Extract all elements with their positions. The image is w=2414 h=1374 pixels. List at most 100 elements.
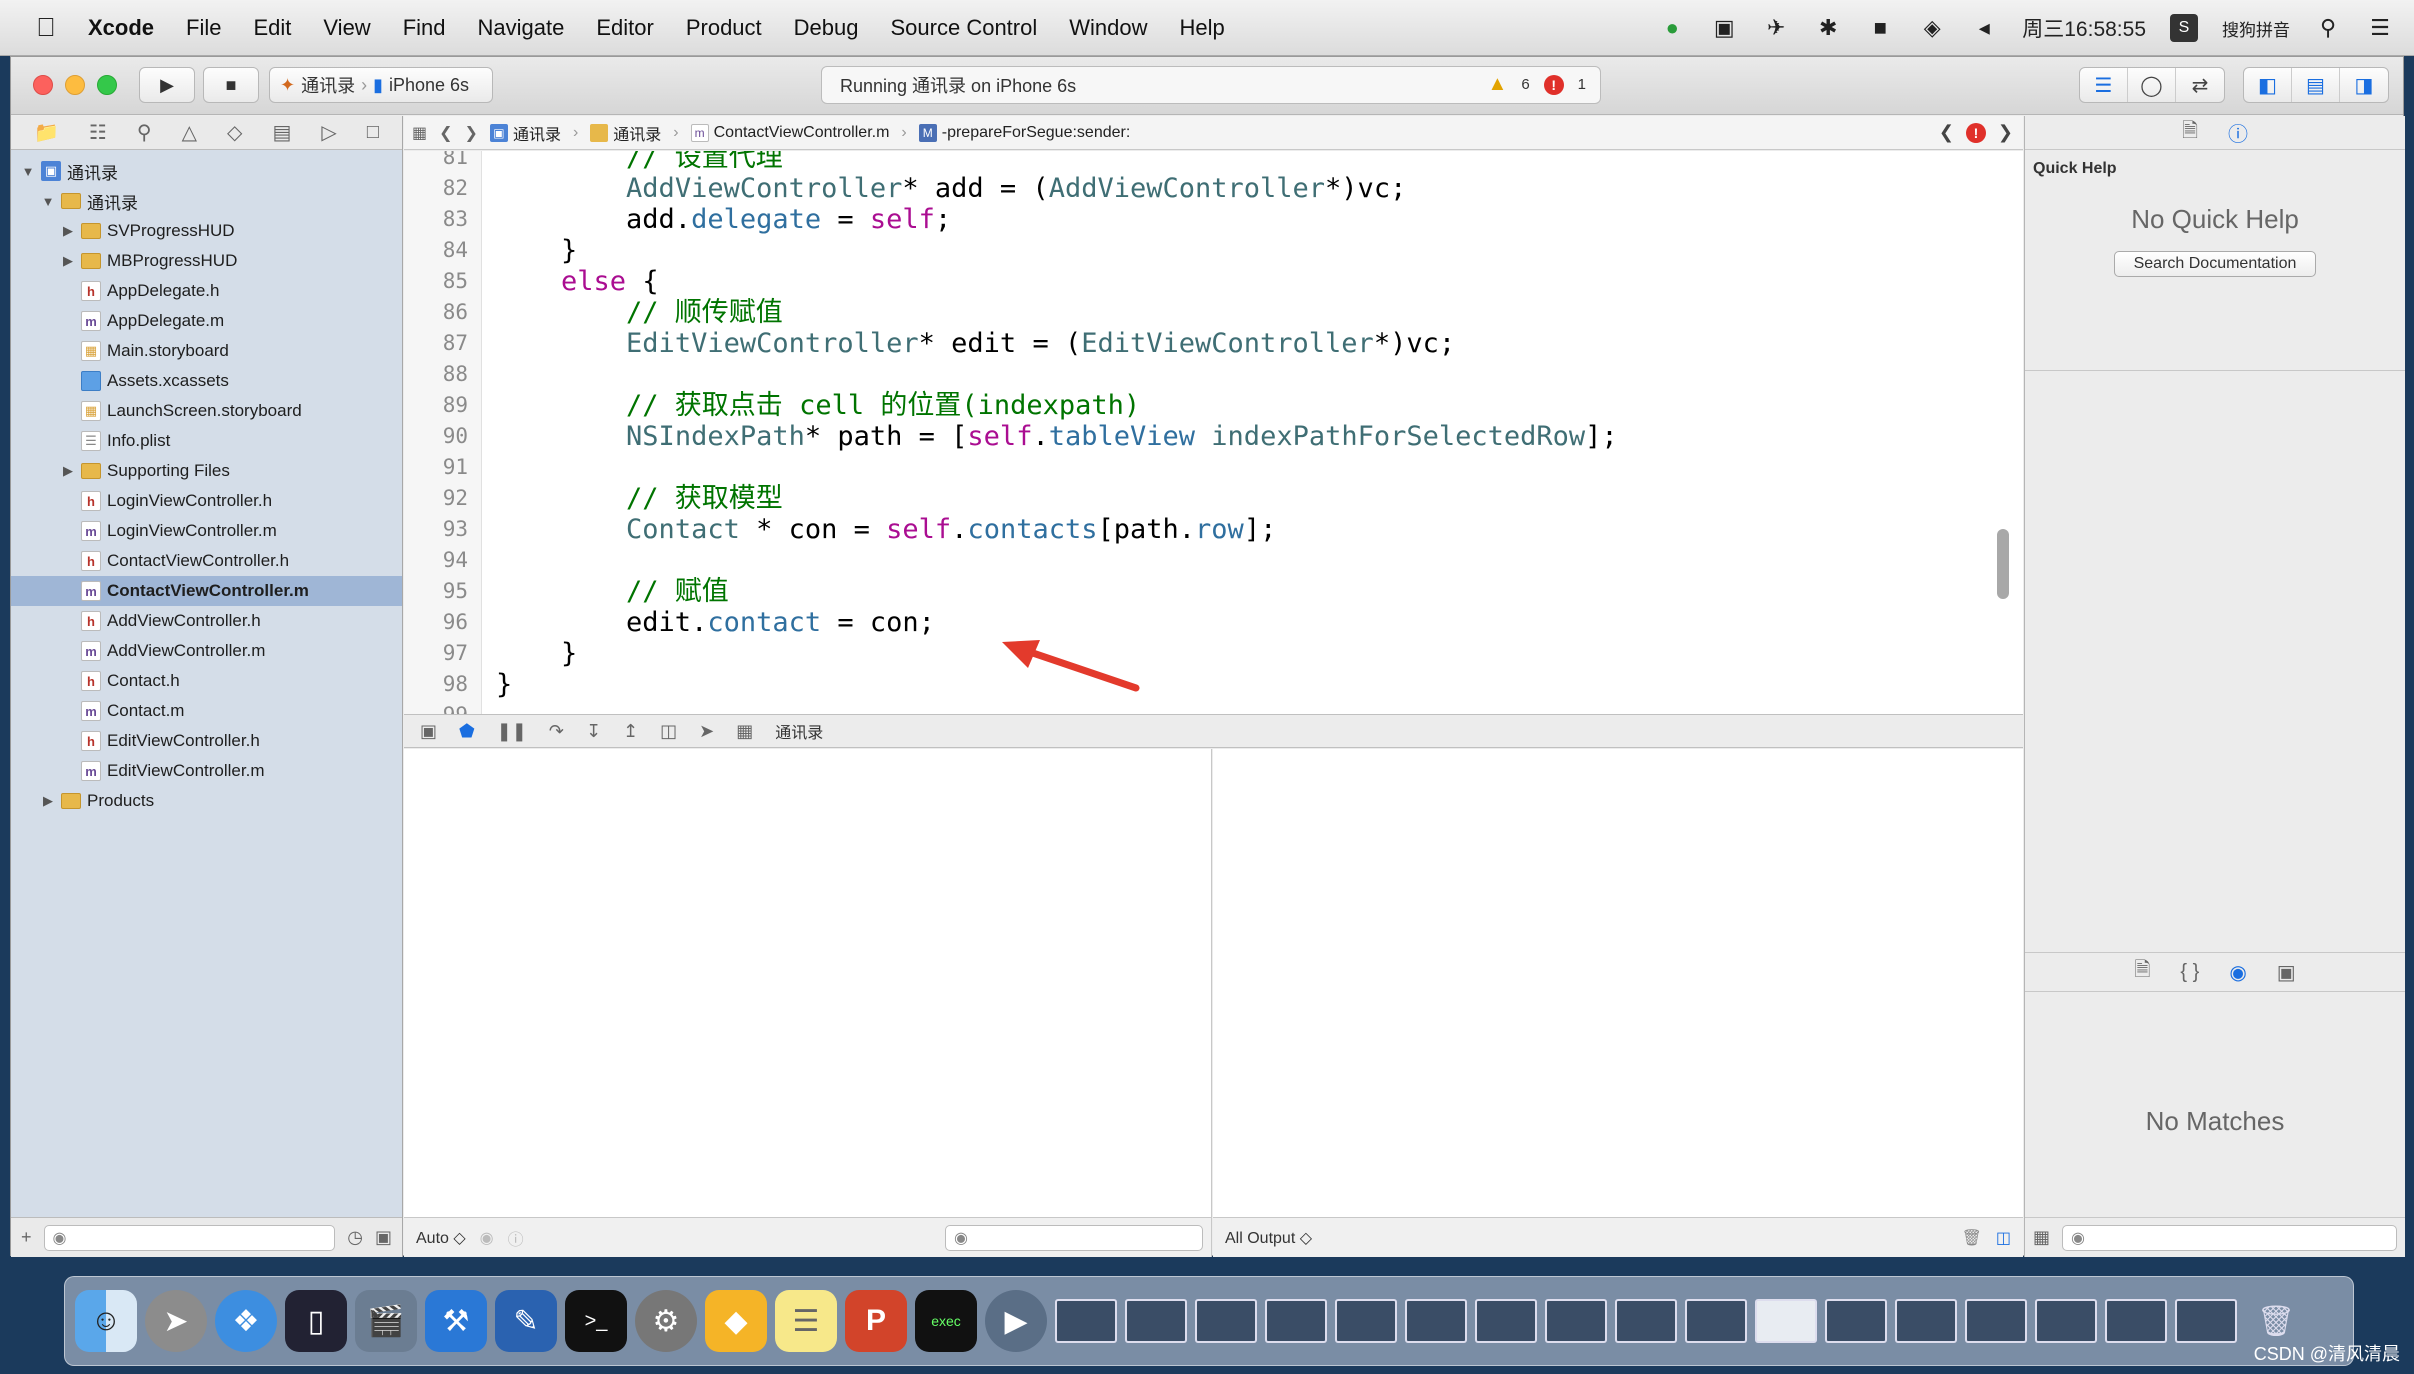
issue-navigator-tab-icon[interactable]: △ — [182, 120, 197, 145]
tree-item[interactable]: h ContactViewController.h — [11, 546, 402, 576]
code-line[interactable]: 84 } — [404, 235, 2023, 266]
apple-menu-icon[interactable]:  — [20, 12, 72, 43]
instruments-icon[interactable]: ✎ — [495, 1290, 557, 1352]
library-filter-input[interactable]: ◉ — [2062, 1224, 2397, 1251]
minimize-window-button[interactable] — [65, 75, 85, 95]
tree-item[interactable]: ▼ ▣ 通讯录 — [11, 156, 402, 186]
trash-icon[interactable]: 🗑 — [1962, 1228, 1982, 1248]
terminal-icon[interactable]: >_ — [565, 1290, 627, 1352]
tree-item[interactable]: Assets.xcassets — [11, 366, 402, 396]
report-navigator-tab-icon[interactable]: □ — [367, 121, 379, 144]
code-line[interactable]: 85 else { — [404, 266, 2023, 297]
wifi-icon[interactable]: ◈ — [1918, 14, 1946, 42]
editor-scrollbar[interactable] — [1997, 529, 2009, 599]
back-icon[interactable]: ❮ — [439, 123, 452, 143]
menu-edit[interactable]: Edit — [237, 15, 307, 41]
symbol-navigator-tab-icon[interactable]: ☷ — [89, 120, 107, 145]
xcode-icon[interactable]: ⚒ — [425, 1290, 487, 1352]
simulate-location-icon[interactable]: ➤ — [699, 721, 714, 742]
split-view-icon[interactable]: ◫ — [1996, 1228, 2011, 1248]
code-snippet-library-icon[interactable]: { } — [2180, 961, 2199, 984]
mouse-app-icon[interactable]: ▯ — [285, 1290, 347, 1352]
navigator-filter-input[interactable]: ◉ — [43, 1224, 336, 1251]
console-view[interactable]: All Output ◇ 🗑 ◫ — [1213, 749, 2023, 1257]
grid-view-icon[interactable]: ▦ — [2033, 1227, 2050, 1248]
tree-item[interactable]: ▶ Supporting Files — [11, 456, 402, 486]
close-window-button[interactable] — [33, 75, 53, 95]
source-editor[interactable]: 81 // 设置代理 82 AddViewController* add = (A… — [404, 151, 2023, 714]
scheme-selector[interactable]: ✦ 通讯录 › ▮ iPhone 6s — [269, 67, 493, 103]
tree-item[interactable]: ▼ 通讯录 — [11, 186, 402, 216]
tree-item[interactable]: ▶ MBProgressHUD — [11, 246, 402, 276]
tree-item[interactable]: ☰ Info.plist — [11, 426, 402, 456]
system-preferences-icon[interactable]: ⚙ — [635, 1290, 697, 1352]
tree-item[interactable]: h AppDelegate.h — [11, 276, 402, 306]
code-line[interactable]: 86 // 顺传赋值 — [404, 297, 2023, 328]
file-inspector-tab-icon[interactable]: 🗎 — [2182, 116, 2198, 150]
test-navigator-tab-icon[interactable]: ◇ — [227, 120, 242, 145]
menu-source-control[interactable]: Source Control — [875, 15, 1054, 41]
debug-navigator-tab-icon[interactable]: ▤ — [272, 120, 291, 145]
finder-icon[interactable]: ☺ — [75, 1290, 137, 1352]
launchpad-icon[interactable]: ➤ — [145, 1290, 207, 1352]
assistant-editor-icon[interactable]: ◯ — [2128, 68, 2176, 102]
disclosure-triangle-icon[interactable]: ▼ — [19, 164, 37, 179]
view-hierarchy-icon[interactable]: ◫ — [660, 721, 677, 742]
code-line[interactable]: 92 // 获取模型 — [404, 483, 2023, 514]
menu-help[interactable]: Help — [1164, 15, 1241, 41]
spotlight-search-icon[interactable]: ⚲ — [2314, 14, 2342, 42]
code-line[interactable]: 89 // 获取点击 cell 的位置(indexpath) — [404, 390, 2023, 421]
stop-button[interactable]: ■ — [203, 67, 259, 103]
info-icon[interactable]: ⓘ — [508, 1226, 524, 1250]
zoom-window-button[interactable] — [97, 75, 117, 95]
auto-scope-select[interactable]: Auto ◇ — [416, 1228, 466, 1248]
tree-item[interactable]: h EditViewController.h — [11, 726, 402, 756]
console-app-icon[interactable]: exec — [915, 1290, 977, 1352]
toggle-navigator-icon[interactable]: ◧ — [2244, 68, 2292, 102]
play-circle-icon[interactable]: ● — [1658, 14, 1686, 42]
powerpoint-icon[interactable]: P — [845, 1290, 907, 1352]
step-out-icon[interactable]: ↥ — [623, 721, 638, 742]
breadcrumb-method[interactable]: M -prepareForSegue:sender: — [918, 123, 1130, 142]
scm-filter-icon[interactable]: ▣ — [375, 1227, 392, 1248]
toggle-debug-area-icon[interactable]: ▤ — [2292, 68, 2340, 102]
object-library-icon[interactable]: ◉ — [2229, 960, 2246, 985]
toggle-utilities-icon[interactable]: ◨ — [2340, 68, 2388, 102]
debug-target-label[interactable]: 通讯录 — [775, 719, 823, 743]
sketch-icon[interactable]: ◆ — [705, 1290, 767, 1352]
find-navigator-tab-icon[interactable]: ⚲ — [137, 120, 152, 145]
tree-item[interactable]: m AppDelegate.m — [11, 306, 402, 336]
quicktime-icon[interactable]: ▶ — [985, 1290, 1047, 1352]
recent-files-icon[interactable]: ◷ — [347, 1227, 363, 1248]
standard-editor-icon[interactable]: ☰ — [2080, 68, 2128, 102]
project-navigator-tab-icon[interactable]: 📁 — [34, 120, 59, 145]
related-items-icon[interactable]: ▦ — [412, 123, 427, 143]
code-line[interactable]: 93 Contact * con = self.contacts[path.ro… — [404, 514, 2023, 545]
breadcrumb-file[interactable]: m ContactViewController.m — [690, 123, 889, 142]
breakpoints-toggle-icon[interactable]: ⬟ — [459, 721, 475, 742]
run-button[interactable]: ▶ — [139, 67, 195, 103]
code-line[interactable]: 82 AddViewController* add = (AddViewCont… — [404, 173, 2023, 204]
disclosure-triangle-icon[interactable]: ▼ — [39, 194, 57, 209]
code-line[interactable]: 83 add.delegate = self; — [404, 204, 2023, 235]
minimized-window[interactable] — [1615, 1299, 1677, 1343]
code-line[interactable]: 98} — [404, 669, 2023, 700]
minimized-window[interactable] — [1545, 1299, 1607, 1343]
menu-app[interactable]: Xcode — [72, 15, 170, 41]
menu-file[interactable]: File — [170, 15, 237, 41]
sogou-input-icon[interactable]: S — [2170, 14, 2198, 42]
tree-item[interactable]: h AddViewController.h — [11, 606, 402, 636]
code-line[interactable]: 90 NSIndexPath* path = [self.tableView i… — [404, 421, 2023, 452]
output-filter-select[interactable]: All Output ◇ — [1225, 1228, 1312, 1248]
version-editor-icon[interactable]: ⇄ — [2176, 68, 2224, 102]
tree-item[interactable]: ▶ SVProgressHUD — [11, 216, 402, 246]
safari-icon[interactable]: ❖ — [215, 1290, 277, 1352]
minimized-window[interactable] — [1895, 1299, 1957, 1343]
step-over-icon[interactable]: ↷ — [549, 721, 564, 742]
code-line[interactable]: 81 // 设置代理 — [404, 151, 2023, 173]
minimized-window[interactable] — [1055, 1299, 1117, 1343]
minimized-window[interactable] — [1195, 1299, 1257, 1343]
lock-icon[interactable]: ■ — [1866, 14, 1894, 42]
add-file-icon[interactable]: + — [21, 1227, 32, 1248]
disclosure-triangle-icon[interactable]: ▶ — [59, 463, 77, 479]
